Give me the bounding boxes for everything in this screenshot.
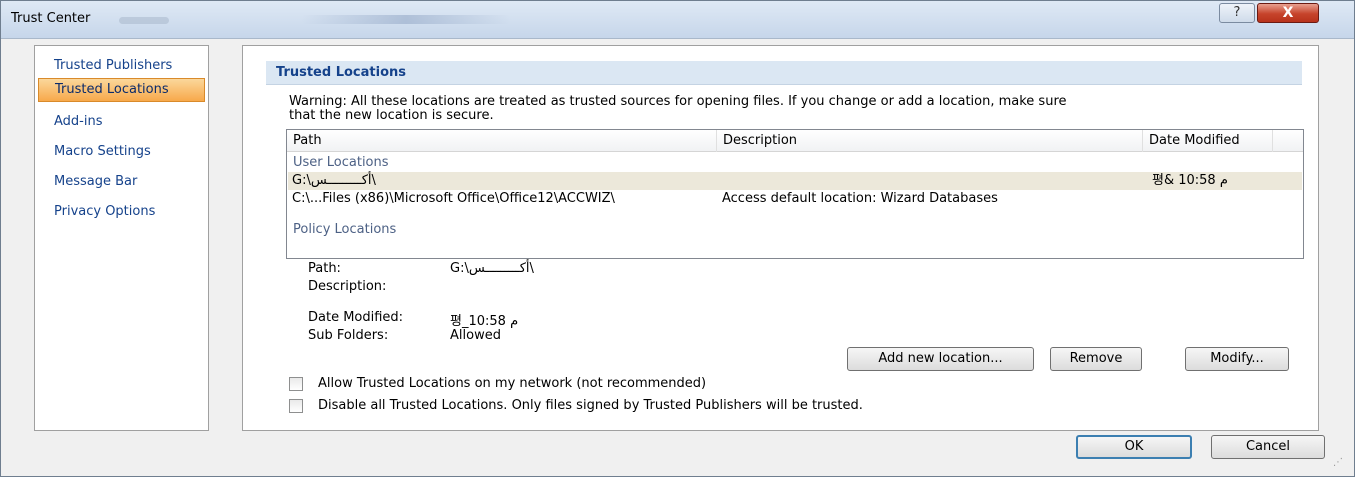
disable-all-checkbox[interactable] bbox=[289, 399, 303, 413]
close-icon: X bbox=[1282, 5, 1294, 21]
sidebar-item-macro-settings[interactable]: Macro Settings bbox=[38, 140, 205, 164]
table-row[interactable]: C:\...Files (x86)\Microsoft Office\Offic… bbox=[288, 190, 1302, 208]
blurred-title-text bbox=[119, 17, 169, 24]
row-path: C:\...Files (x86)\Microsoft Office\Offic… bbox=[292, 191, 615, 206]
help-icon: ? bbox=[1233, 5, 1241, 20]
warning-text: Warning: All these locations are treated… bbox=[289, 95, 1289, 123]
section-title: Trusted Locations bbox=[266, 61, 1302, 85]
column-header-date-modified[interactable]: Date Modified bbox=[1143, 130, 1273, 152]
cancel-button[interactable]: Cancel bbox=[1211, 435, 1325, 459]
sub-folders-label: Sub Folders: bbox=[308, 328, 389, 343]
modify-button[interactable]: Modify... bbox=[1185, 347, 1289, 371]
remove-button[interactable]: Remove bbox=[1050, 347, 1142, 371]
path-label: Path: bbox=[308, 261, 341, 276]
row-description: Access default location: Wizard Database… bbox=[722, 191, 998, 206]
window-title: Trust Center bbox=[11, 11, 91, 26]
title-bar[interactable]: Trust Center ? X bbox=[1, 1, 1354, 39]
allow-network-checkbox[interactable] bbox=[289, 377, 303, 391]
sidebar-item-add-ins[interactable]: Add-ins bbox=[38, 110, 205, 134]
trust-center-dialog: Trust Center ? X Trusted Publishers Trus… bbox=[0, 0, 1355, 477]
sidebar-item-message-bar[interactable]: Message Bar bbox=[38, 170, 205, 194]
allow-network-label[interactable]: Allow Trusted Locations on my network (n… bbox=[318, 376, 706, 391]
date-modified-value: 평_10:58 م bbox=[450, 314, 519, 329]
path-value: G:\أكـــــــــس\ bbox=[450, 261, 534, 276]
date-modified-label: Date Modified: bbox=[308, 310, 404, 325]
warning-line: Warning: All these locations are treated… bbox=[289, 94, 1067, 109]
disable-all-label[interactable]: Disable all Trusted Locations. Only file… bbox=[318, 398, 863, 413]
description-label: Description: bbox=[308, 279, 387, 294]
add-new-location-button[interactable]: Add new location... bbox=[847, 347, 1034, 371]
sidebar-item-trusted-publishers[interactable]: Trusted Publishers bbox=[38, 54, 205, 78]
resize-grip-icon[interactable]: ⋰ bbox=[1333, 457, 1347, 471]
blurred-title-text bbox=[301, 15, 511, 24]
sidebar-nav: Trusted Publishers Trusted Locations Add… bbox=[34, 45, 209, 431]
table-row[interactable]: G:\أكـــــــــس\ 평& 10:58 م bbox=[288, 172, 1302, 190]
main-panel: Trusted Locations Warning: All these loc… bbox=[242, 45, 1319, 431]
group-header-policy-locations: Policy Locations bbox=[293, 222, 397, 237]
ok-button[interactable]: OK bbox=[1076, 435, 1192, 459]
trusted-locations-list[interactable]: Path Description Date Modified User Loca… bbox=[286, 129, 1304, 259]
row-date: 평& 10:58 م bbox=[1152, 173, 1228, 188]
column-header-path[interactable]: Path bbox=[287, 130, 717, 152]
list-header: Path Description Date Modified bbox=[287, 130, 1303, 152]
help-button[interactable]: ? bbox=[1219, 3, 1255, 23]
column-header-description[interactable]: Description bbox=[717, 130, 1143, 152]
sub-folders-value: Allowed bbox=[450, 328, 501, 343]
sidebar-item-privacy-options[interactable]: Privacy Options bbox=[38, 200, 205, 224]
close-button[interactable]: X bbox=[1257, 3, 1319, 23]
warning-line: that the new location is secure. bbox=[289, 108, 494, 123]
sidebar-item-trusted-locations[interactable]: Trusted Locations bbox=[38, 78, 205, 102]
row-path: G:\أكـــــــــس\ bbox=[292, 173, 376, 188]
group-header-user-locations: User Locations bbox=[293, 155, 389, 170]
